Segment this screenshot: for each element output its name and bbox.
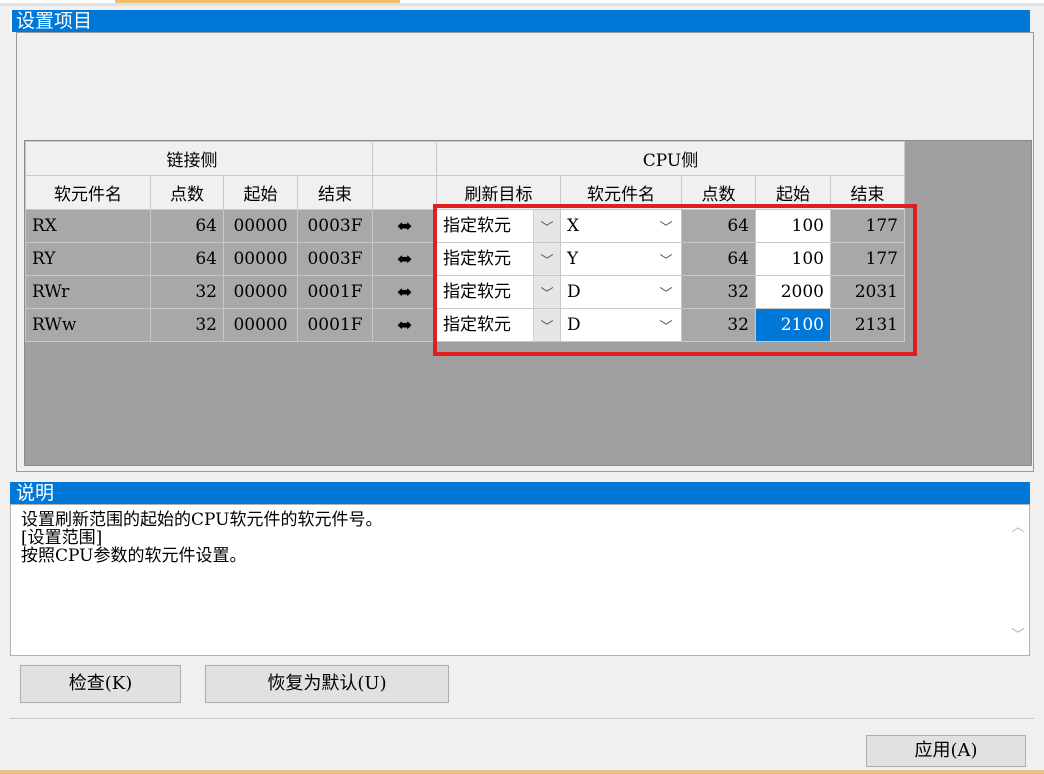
chevron-down-icon[interactable]: ﹀	[533, 309, 560, 341]
col-end: 结束	[297, 175, 373, 210]
table-row: RY 64 00000 0003F ⬌ 指定软元 ﹀ Y ﹀ 64 100 17…	[25, 242, 905, 276]
header-spacer	[372, 141, 437, 176]
device-name-cell: RY	[25, 242, 151, 276]
window-top-border	[0, 0, 1044, 6]
divider	[10, 718, 1034, 719]
table-row: RWw 32 00000 0001F ⬌ 指定软元 ﹀ D ﹀ 32 2100 …	[25, 308, 905, 342]
double-arrow-icon: ⬌	[372, 209, 437, 243]
cpu-end-cell: 2031	[830, 275, 905, 309]
description-section-title: 说明	[16, 482, 55, 504]
check-button[interactable]: 检查(K)	[20, 665, 181, 703]
points-cell: 64	[150, 242, 224, 276]
cpu-device-select[interactable]: D ﹀	[560, 308, 682, 342]
description-scrollbar[interactable]: ︿ ﹀	[1007, 505, 1029, 655]
chevron-down-icon[interactable]: ﹀	[651, 210, 681, 242]
cpu-start-input-selected[interactable]: 2100	[755, 308, 831, 342]
col-refresh-target: 刷新目标	[436, 175, 561, 210]
refresh-target-value: 指定软元	[443, 315, 511, 335]
chevron-down-icon[interactable]: ﹀	[651, 309, 681, 341]
grid-empty-area	[25, 344, 910, 465]
start-cell: 00000	[223, 275, 298, 309]
cpu-start-input[interactable]: 100	[755, 242, 831, 276]
end-cell: 0003F	[297, 209, 373, 243]
apply-button[interactable]: 应用(A)	[866, 735, 1026, 767]
description-line: 设置刷新范围的起始的CPU软元件的软元件号。	[21, 510, 383, 530]
col-device-name: 软元件名	[25, 175, 151, 210]
start-cell: 00000	[223, 209, 298, 243]
cpu-points-cell: 64	[681, 242, 756, 276]
col-cpu-end: 结束	[830, 175, 905, 210]
link-side-header: 链接侧	[150, 141, 373, 176]
cpu-device-select[interactable]: Y ﹀	[560, 242, 682, 276]
table-row: RX 64 00000 0003F ⬌ 指定软元 ﹀ X ﹀ 64 100 17…	[25, 209, 905, 243]
end-cell: 0003F	[297, 242, 373, 276]
points-cell: 32	[150, 308, 224, 342]
refresh-target-value: 指定软元	[443, 249, 511, 269]
chevron-down-icon[interactable]: ﹀	[533, 276, 560, 308]
table-row: RWr 32 00000 0001F ⬌ 指定软元 ﹀ D ﹀ 32 2000 …	[25, 275, 905, 309]
double-arrow-icon: ⬌	[372, 242, 437, 276]
end-cell: 0001F	[297, 308, 373, 342]
chevron-up-icon[interactable]: ︿	[1007, 519, 1029, 537]
cpu-device-value: D	[567, 315, 581, 335]
points-cell: 64	[150, 209, 224, 243]
cpu-device-value: D	[567, 282, 581, 302]
cpu-points-cell: 64	[681, 209, 756, 243]
cpu-end-cell: 177	[830, 242, 905, 276]
cpu-points-cell: 32	[681, 275, 756, 309]
cpu-start-input[interactable]: 2000	[755, 275, 831, 309]
cpu-device-value: X	[567, 216, 580, 236]
description-panel[interactable]: 设置刷新范围的起始的CPU软元件的软元件号。 [设置范围] 按照CPU参数的软元…	[10, 504, 1030, 656]
refresh-settings-grid: 链接侧 CPU侧 软元件名 点数 起始 结束 刷新目标 软元件名 点数 起始 结…	[25, 141, 905, 342]
refresh-target-value: 指定软元	[443, 282, 511, 302]
description-line: 按照CPU参数的软元件设置。	[21, 546, 247, 566]
description-section-header: 说明	[10, 482, 1030, 504]
refresh-target-value: 指定软元	[443, 216, 511, 236]
cpu-start-input[interactable]: 100	[755, 209, 831, 243]
double-arrow-icon: ⬌	[372, 275, 437, 309]
header-marker	[10, 10, 12, 32]
description-line: [设置范围]	[21, 528, 103, 548]
settings-section-title: 设置项目	[16, 10, 93, 32]
cpu-device-select[interactable]: D ﹀	[560, 275, 682, 309]
col-arrow	[372, 175, 437, 210]
refresh-target-select[interactable]: 指定软元 ﹀	[436, 308, 561, 342]
chevron-down-icon[interactable]: ﹀	[1007, 627, 1029, 645]
cpu-end-cell: 177	[830, 209, 905, 243]
col-points: 点数	[150, 175, 224, 210]
cpu-device-select[interactable]: X ﹀	[560, 209, 682, 243]
window-bottom-border	[0, 770, 1044, 774]
chevron-down-icon[interactable]: ﹀	[533, 243, 560, 275]
chevron-down-icon[interactable]: ﹀	[651, 276, 681, 308]
refresh-target-select[interactable]: 指定软元 ﹀	[436, 209, 561, 243]
col-cpu-device-name: 软元件名	[560, 175, 682, 210]
cpu-points-cell: 32	[681, 308, 756, 342]
col-start: 起始	[223, 175, 298, 210]
col-cpu-start: 起始	[755, 175, 831, 210]
cpu-device-value: Y	[567, 249, 579, 269]
points-cell: 32	[150, 275, 224, 309]
col-cpu-points: 点数	[681, 175, 756, 210]
cpu-end-cell: 2131	[830, 308, 905, 342]
chevron-down-icon[interactable]: ﹀	[533, 210, 560, 242]
refresh-target-select[interactable]: 指定软元 ﹀	[436, 242, 561, 276]
settings-section-header: 设置项目	[10, 10, 1030, 32]
device-name-cell: RWr	[25, 275, 151, 309]
restore-default-button[interactable]: 恢复为默认(U)	[205, 665, 449, 703]
device-name-cell: RWw	[25, 308, 151, 342]
double-arrow-icon: ⬌	[372, 308, 437, 342]
end-cell: 0001F	[297, 275, 373, 309]
start-cell: 00000	[223, 242, 298, 276]
cpu-side-header: CPU侧	[436, 141, 905, 176]
device-name-cell: RX	[25, 209, 151, 243]
refresh-target-select[interactable]: 指定软元 ﹀	[436, 275, 561, 309]
chevron-down-icon[interactable]: ﹀	[651, 243, 681, 275]
start-cell: 00000	[223, 308, 298, 342]
